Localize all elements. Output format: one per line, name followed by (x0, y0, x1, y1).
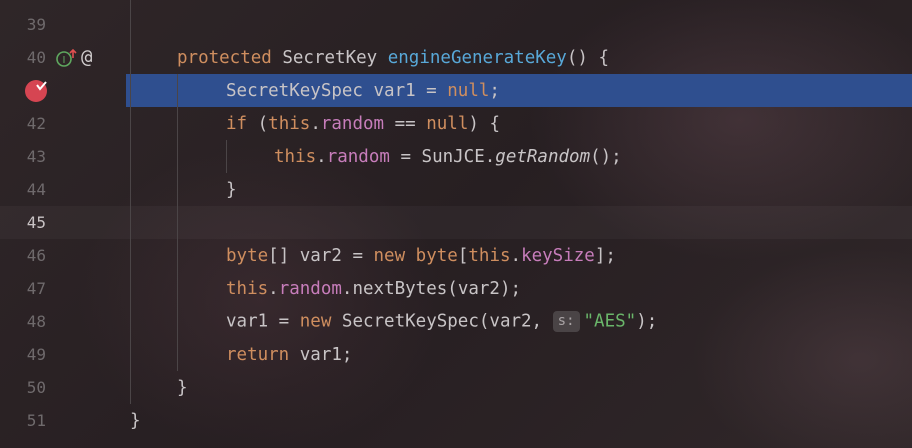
code-line[interactable]: 42 if (this.random == null) { (0, 107, 912, 140)
line-number: 44 (26, 180, 46, 199)
code-line[interactable]: 48 var1 = new SecretKeySpec(var2, s: "AES… (0, 305, 912, 338)
code-text: this.random = SunJCE.getRandom(); (274, 146, 622, 167)
code-text: return var1; (226, 344, 353, 365)
implements-method-icon[interactable]: I (56, 48, 78, 73)
code-line[interactable]: 50 } (0, 371, 912, 404)
line-number: 50 (26, 378, 46, 397)
code-line[interactable]: 39 (0, 8, 912, 41)
breakpoint-icon[interactable] (25, 80, 47, 102)
line-number: 49 (26, 345, 46, 364)
code-text: } (226, 179, 237, 200)
line-number: 51 (26, 411, 46, 430)
parameter-hint: s: (552, 311, 580, 332)
indent-guide (177, 74, 178, 371)
code-line[interactable]: 44 } (0, 173, 912, 206)
code-line-current[interactable]: 45 (0, 206, 912, 239)
code-text: } (177, 377, 188, 398)
code-text: this.random.nextBytes(var2); (226, 278, 522, 299)
line-number: 42 (26, 114, 46, 133)
annotation-icon[interactable]: @ (81, 46, 92, 68)
code-text: if (this.random == null) { (226, 113, 500, 134)
indent-guide (226, 140, 227, 173)
code-line[interactable]: 51 } (0, 404, 912, 437)
code-text: var1 = new SecretKeySpec(var2, s: "AES"); (226, 311, 658, 332)
code-line[interactable]: 40 I @ protected SecretKey engineGenerat… (0, 41, 912, 74)
code-editor[interactable]: 39 40 I @ protected SecretKey engineGene… (0, 0, 912, 448)
code-line[interactable]: 46 byte[] var2 = new byte[this.keySize]; (0, 239, 912, 272)
svg-text:I: I (63, 55, 66, 66)
line-number: 45 (26, 213, 46, 232)
code-text: } (130, 410, 141, 431)
line-number: 43 (26, 147, 46, 166)
code-text: protected SecretKey engineGenerateKey() … (177, 47, 610, 68)
indent-guide (130, 0, 131, 404)
code-line-highlighted[interactable]: SecretKeySpec var1 = null; (126, 74, 912, 107)
line-number: 40 (26, 48, 46, 67)
line-number: 47 (26, 279, 46, 298)
line-number: 46 (26, 246, 46, 265)
code-text: SecretKeySpec var1 = null; (226, 80, 500, 101)
line-number: 39 (26, 15, 46, 34)
code-line[interactable]: 43 this.random = SunJCE.getRandom(); (0, 140, 912, 173)
line-number: 48 (26, 312, 46, 331)
code-text: byte[] var2 = new byte[this.keySize]; (226, 245, 616, 266)
code-line[interactable]: 47 this.random.nextBytes(var2); (0, 272, 912, 305)
code-line[interactable]: 49 return var1; (0, 338, 912, 371)
